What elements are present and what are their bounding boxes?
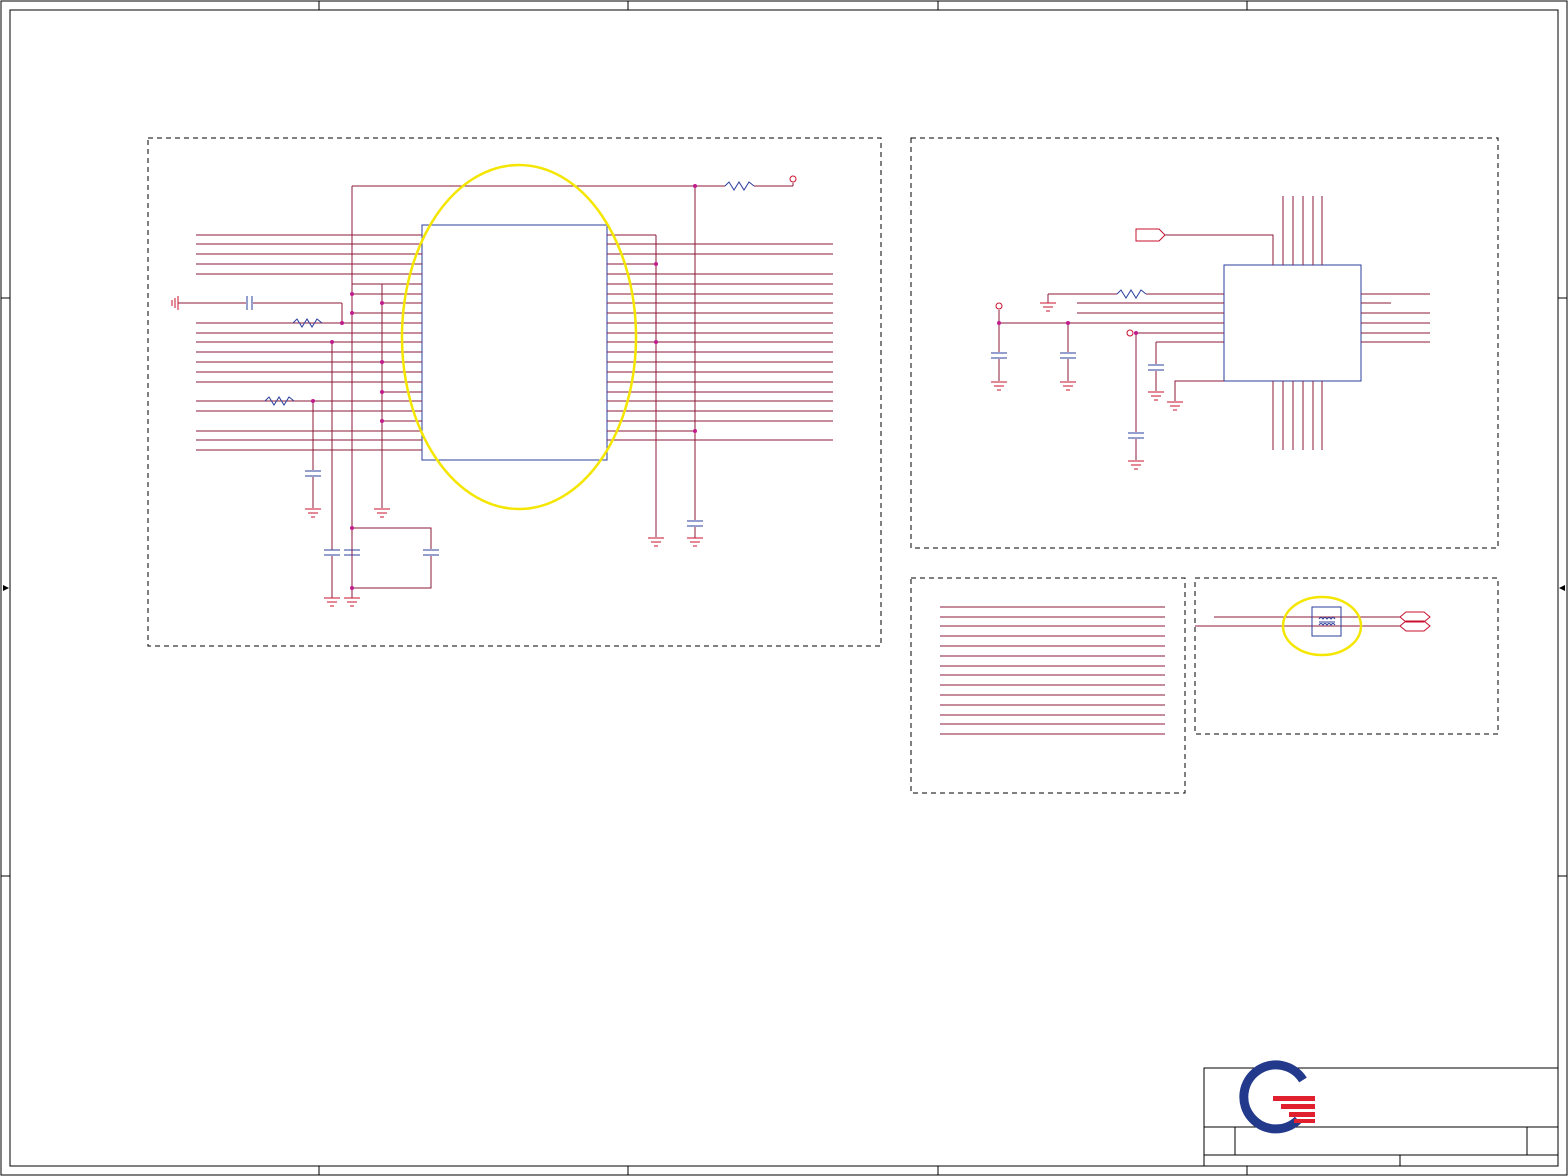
ground-symbol-2 [374,508,390,518]
ground-symbol-4 [344,597,360,607]
resistor-top [724,181,755,191]
ground-symbol-11 [1167,401,1183,411]
resistor-secondary [1116,289,1147,299]
capacitor-right-decoupling [687,520,703,527]
company-logo-icon [1239,1060,1315,1134]
capacitor-bottom-3 [423,549,439,556]
capacitor-bottom-1 [324,549,340,556]
capacitor-sec-3 [1148,364,1164,371]
ground-symbol-8 [991,381,1007,391]
ground-left-side [171,296,179,310]
ground-symbol-6 [687,537,703,547]
ground-symbol-10 [1148,391,1164,401]
block-main-ic [147,137,882,647]
ic-body-secondary [1223,264,1362,382]
ground-symbol-12 [1128,460,1144,470]
capacitor-sec-2 [1060,352,1076,359]
ground-symbol-1 [305,508,321,518]
title-block [1203,1060,1559,1167]
capacitor-sec-4 [1128,432,1144,439]
schematic-sheet [0,0,1568,1176]
input-port-connector [1135,228,1166,242]
ground-symbol-7 [1040,302,1056,312]
highlight-ellipse-main [400,163,638,511]
capacitor-sec-1 [991,352,1007,359]
block-signal-lines [910,577,1186,794]
ground-symbol-5 [648,537,664,547]
common-mode-choke-icon [1311,606,1342,637]
ic-body-main [421,224,608,461]
capacitor-left-low [305,470,321,477]
ground-symbol-9 [1060,381,1076,391]
ground-symbol-3 [324,597,340,607]
block-common-mode-choke [1194,577,1499,735]
capacitor-left-input [246,296,253,310]
block-secondary-ic [910,137,1499,549]
drawing-frame [0,0,1568,1176]
